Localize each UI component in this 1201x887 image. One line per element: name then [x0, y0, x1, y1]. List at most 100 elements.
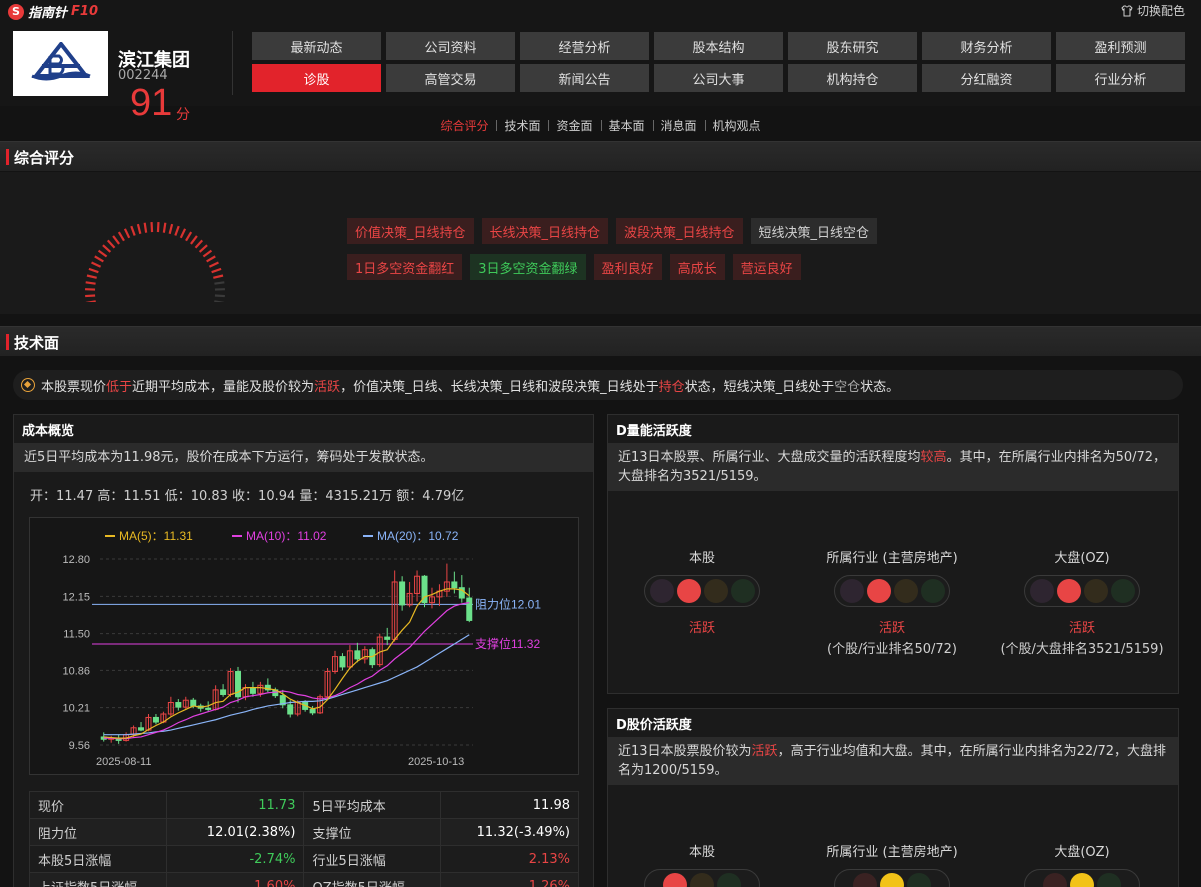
nav-button[interactable]: 股本结构 — [654, 32, 783, 60]
light-dot — [853, 873, 877, 887]
gauge-tick — [86, 274, 97, 279]
traffic-light-title: 本股 — [688, 845, 715, 860]
candle-body — [339, 656, 346, 668]
stat-label: 现价 — [29, 791, 167, 819]
light-dot — [1029, 579, 1054, 603]
sub-tab[interactable]: 资金面 — [548, 117, 600, 134]
candle-body — [152, 716, 159, 723]
company-logo — [13, 31, 108, 96]
gauge-tick — [214, 300, 225, 302]
nav-button[interactable]: 经营分析 — [520, 32, 649, 60]
summary-text: ，价值决策_日线、长线决策_日线和波段决策_日线处于 — [340, 379, 659, 395]
desc-highlight: 活跃 — [751, 744, 778, 759]
candle-body — [354, 650, 361, 660]
activity-rank: (个股/大盘排名3521/5159) — [1000, 642, 1164, 657]
summary-highlight: 持仓 — [658, 379, 685, 395]
panel-description: 近13日本股票股价较为活跃，高于行业均值和大盘。其中，在所属行业内排名为22/7… — [608, 737, 1178, 785]
nav-button[interactable]: 机构持仓 — [788, 64, 917, 92]
desc-text: 近13日本股票股价较为 — [618, 744, 752, 759]
y-tick-label: 12.80 — [62, 554, 90, 566]
stat-value: 1.26% — [440, 872, 579, 887]
traffic-light-icon — [1024, 869, 1140, 887]
ma5-line — [103, 588, 470, 739]
gauge-tick — [123, 228, 131, 239]
light-dot — [839, 579, 864, 603]
candle-body — [190, 699, 197, 707]
shirt-icon — [1121, 5, 1133, 16]
tech-section-header: 技术面 — [0, 326, 1201, 356]
activity-status: 活跃 — [688, 621, 715, 636]
nav-button[interactable]: 行业分析 — [1056, 64, 1185, 92]
traffic-light-title: 大盘(OZ) — [1054, 845, 1110, 860]
light-dot — [1110, 579, 1135, 603]
gauge-tick — [91, 261, 102, 268]
nav-button[interactable]: 最新动态 — [252, 32, 381, 60]
stat-label: 5日平均成本 — [303, 791, 442, 819]
summary-highlight: 空仓 — [834, 379, 861, 395]
resistance-label: 阻力位12.01 — [475, 596, 541, 611]
nav-button[interactable]: 公司资料 — [386, 32, 515, 60]
sub-tab[interactable]: 技术面 — [496, 117, 548, 134]
logo-suffix: F10 — [71, 4, 98, 19]
kline-chart: MA(5)：11.31 MA(10)：11.02 MA(20)：10.72 12.80… — [29, 517, 579, 775]
traffic-light-title: 所属行业 (主营房地产) — [826, 551, 958, 566]
sub-tab[interactable]: 机构观点 — [704, 117, 769, 134]
table-row: 现价 11.73 5日平均成本 11.98 — [29, 791, 579, 819]
overall-score-block: 91 分 价值决策_日线持仓 长线决策_日线持仓 波段决策_日线持仓 短线决策_日线空… — [0, 82, 1201, 314]
panel-title: D量能活跃度 — [616, 423, 692, 439]
gauge-tick — [213, 274, 224, 279]
light-dot — [690, 873, 714, 887]
traffic-light-icon — [1024, 575, 1140, 607]
stat-value: -2.74% — [165, 845, 305, 873]
stat-label: OZ指数5日涨幅 — [303, 872, 442, 887]
light-dot — [1070, 873, 1094, 887]
x-tick-label: 2025-08-11 — [96, 756, 151, 768]
nav-button[interactable]: 高管交易 — [386, 64, 515, 92]
signal-tag: 高成长 — [669, 254, 725, 280]
panel-title: D股价活跃度 — [616, 717, 692, 733]
app-logo: S 指南针 F10 — [8, 2, 98, 21]
panel-title: 成本概览 — [22, 423, 75, 439]
gauge-tick — [208, 261, 219, 268]
nav-button[interactable]: 分红融资 — [922, 64, 1051, 92]
gauge-tick — [185, 231, 193, 242]
stat-value: 11.73 — [165, 791, 305, 819]
legend-label: MA(20)：10.72 — [377, 529, 459, 543]
y-tick-label: 12.15 — [62, 591, 90, 603]
gauge-tick — [214, 294, 225, 298]
gauge-tick — [85, 294, 96, 298]
stat-value: 2.13% — [440, 845, 579, 873]
traffic-light-icon — [644, 869, 760, 887]
gauge-tick — [85, 300, 96, 302]
summary-text: 本股票现价 — [41, 379, 107, 395]
traffic-light-title: 大盘(OZ) — [1054, 551, 1110, 566]
traffic-light-column: 所属行业 (主营房地产) 活跃 (个股/行业排名50/72) — [797, 547, 987, 657]
tag-row: 价值决策_日线持仓 长线决策_日线持仓 波段决策_日线持仓 短线决策_日线空仓 — [347, 218, 947, 244]
desc-text: 近13日本股票、所属行业、大盘成交量的活跃程度均 — [618, 450, 921, 465]
sub-tab[interactable]: 综合评分 — [432, 117, 496, 134]
main-nav: 最新动态 公司资料 经营分析 股本结构 股东研究 财务分析 盈利预测诊股 高管交易 新闻公告 公司… — [252, 32, 1185, 92]
light-dot — [1043, 873, 1067, 887]
nav-button[interactable]: 盈利预测 — [1056, 32, 1185, 60]
sub-tab[interactable]: 基本面 — [600, 117, 653, 134]
candle-body — [175, 702, 182, 708]
nav-button[interactable]: 公司大事 — [654, 64, 783, 92]
section-accent-bar — [6, 334, 9, 350]
stat-label: 支撑位 — [303, 818, 442, 846]
nav-button[interactable]: 股东研究 — [788, 32, 917, 60]
y-tick-label: 10.86 — [62, 665, 90, 677]
candle-body — [451, 581, 458, 589]
switch-color-label: 切换配色 — [1136, 4, 1185, 18]
switch-color-button[interactable]: 切换配色 — [1121, 2, 1185, 19]
signal-tag: 营运良好 — [732, 254, 801, 280]
signal-tag: 长线决策_日线持仓 — [481, 218, 609, 244]
company-header: 滨江集团 002244 最新动态 公司资料 经营分析 股本结构 股东研究 财务分析 盈利预测… — [0, 22, 1201, 106]
light-dot — [1056, 579, 1081, 603]
nav-button[interactable]: 新闻公告 — [520, 64, 649, 92]
light-dot — [866, 579, 891, 603]
gauge-tick — [174, 225, 180, 236]
sub-tab[interactable]: 消息面 — [652, 117, 705, 134]
nav-button[interactable]: 诊股 — [252, 64, 381, 92]
nav-button[interactable]: 财务分析 — [922, 32, 1051, 60]
table-row: 上证指数5日涨幅1.60%OZ指数5日涨幅1.26% — [29, 872, 579, 887]
